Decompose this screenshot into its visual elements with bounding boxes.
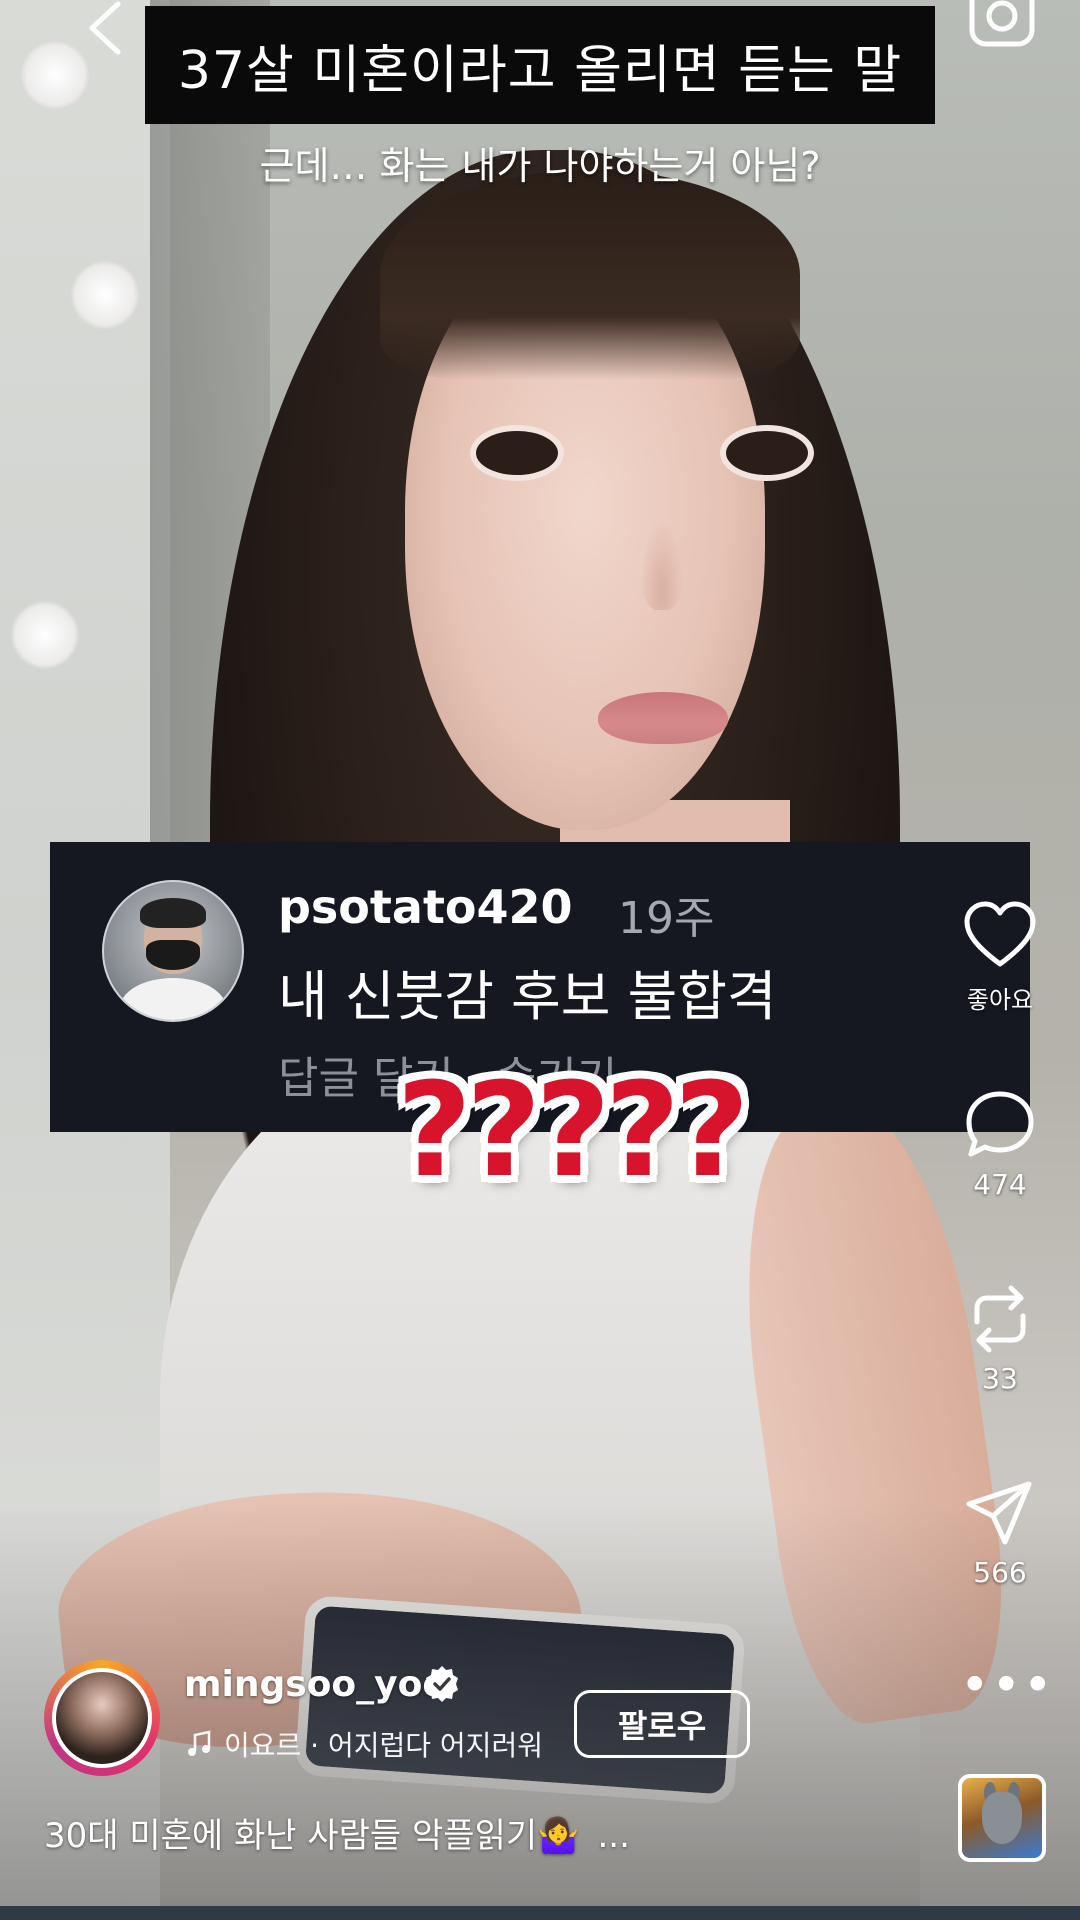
- repost-count: 33: [982, 1362, 1018, 1395]
- music-note-icon: [188, 1730, 211, 1756]
- heart-icon: [963, 900, 1037, 974]
- subtitle-text: 근데… 화는 내가 나야하는거 아님?: [259, 144, 821, 188]
- like-label: 좋아요: [966, 986, 1034, 1014]
- audio-thumbnail[interactable]: [958, 1774, 1046, 1862]
- camera-icon: [969, 0, 1035, 47]
- author-avatar-ring[interactable]: [44, 1660, 160, 1776]
- caption[interactable]: 30대 미혼에 화난 사람들 악플읽기🤷‍♀️...: [44, 1808, 630, 1857]
- back-arrow-icon: [89, 1, 121, 55]
- comment-count: 474: [973, 1168, 1027, 1201]
- caption-text: 30대 미혼에 화난 사람들 악플읽기🤷‍♀️: [44, 1816, 580, 1856]
- comment-button[interactable]: 474: [950, 1088, 1050, 1201]
- title-text: 37살 미혼이라고 올리면 듣는 말: [177, 40, 903, 101]
- avatar: [52, 1668, 152, 1768]
- like-button[interactable]: 좋아요: [950, 900, 1050, 1015]
- question-marks-sticker: ?????: [396, 1054, 749, 1206]
- title-banner: 37살 미혼이라고 올리면 듣는 말: [145, 6, 935, 124]
- more-icon: •••: [960, 1656, 1055, 1714]
- camera-button[interactable]: [968, 0, 1036, 54]
- flower-decoration: [70, 260, 140, 330]
- author-row: mingsoo_yoo 이요르 · 어지럽다 어지러워 팔로우: [44, 1660, 750, 1780]
- more-options-button[interactable]: •••: [960, 1660, 1052, 1720]
- donkey-icon: [982, 1792, 1022, 1844]
- person-lips: [598, 692, 728, 744]
- share-count: 566: [973, 1556, 1027, 1589]
- send-icon: [963, 1476, 1037, 1550]
- author-username[interactable]: mingsoo_yoo: [184, 1664, 447, 1705]
- repost-button[interactable]: 33: [950, 1282, 1050, 1395]
- commenter-avatar: [102, 880, 244, 1022]
- person-eye-right: [720, 425, 814, 481]
- bottom-edge-bar: [0, 1906, 1080, 1920]
- back-button[interactable]: [78, 0, 138, 60]
- person-bangs: [380, 170, 800, 380]
- comment-time: 19주: [618, 893, 715, 944]
- follow-button[interactable]: 팔로우: [574, 1690, 750, 1758]
- audio-track[interactable]: 이요르 · 어지럽다 어지러워: [184, 1724, 543, 1764]
- comment-icon: [963, 1088, 1037, 1162]
- audio-track-label: 이요르 · 어지럽다 어지러워: [224, 1729, 543, 1762]
- verified-icon: [426, 1666, 458, 1702]
- flower-decoration: [10, 600, 80, 670]
- person-nose: [640, 520, 684, 610]
- share-button[interactable]: 566: [950, 1476, 1050, 1589]
- person-eye-left: [470, 425, 564, 481]
- repost-icon: [963, 1282, 1037, 1356]
- commenter-username: psotato420: [278, 880, 573, 934]
- caption-more[interactable]: ...: [597, 1816, 629, 1856]
- comment-text: 내 신붓감 후보 불합격: [278, 965, 777, 1028]
